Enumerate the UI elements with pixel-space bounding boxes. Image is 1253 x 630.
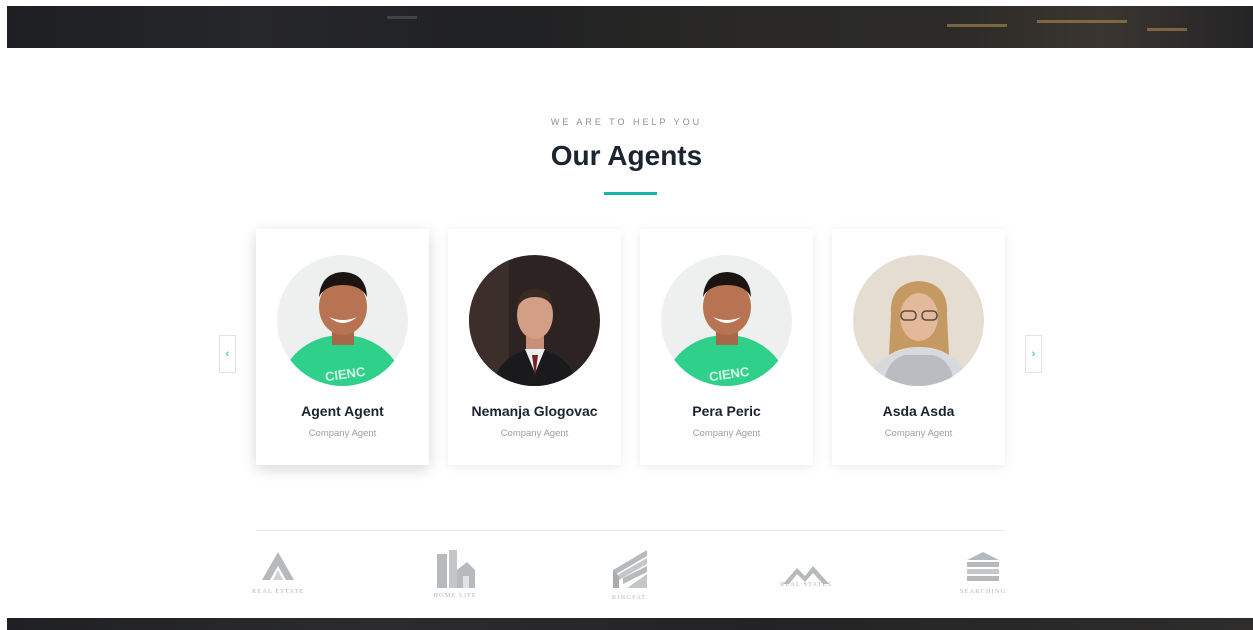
partner-logo[interactable]: KINGFAT: [579, 548, 679, 604]
agent-role: Company Agent: [500, 428, 569, 439]
partner-logo-label: HOME LIFE: [433, 592, 477, 599]
agent-name[interactable]: Agent Agent: [256, 403, 429, 419]
home-life-logo-icon: [437, 550, 475, 588]
partner-logo[interactable]: HOME LIFE: [405, 548, 505, 604]
partner-logo[interactable]: SEARCHING: [933, 548, 1033, 604]
chevron-right-icon: ›: [1031, 348, 1036, 360]
agent-name[interactable]: Asda Asda: [832, 403, 1005, 419]
partner-logo[interactable]: REAL ESTATE: [228, 548, 328, 604]
real-estate-logo-icon: [262, 552, 294, 580]
agent-photo[interactable]: CIENC: [277, 255, 408, 386]
agents-page: WE ARE TO HELP YOU Our Agents ‹ › CIENC …: [0, 0, 1253, 630]
partner-logo-label: REAL STATES: [780, 581, 832, 588]
bottom-footer-banner-image: [7, 618, 1253, 630]
agent-name[interactable]: Pera Peric: [640, 403, 813, 419]
partner-logo-label: KINGFAT: [611, 594, 647, 601]
partner-logo-label: REAL ESTATE: [251, 588, 305, 595]
agent-role: Company Agent: [692, 428, 761, 439]
agent-name[interactable]: Nemanja Glogovac: [448, 403, 621, 419]
top-hero-banner-image: [7, 6, 1253, 48]
kingfat-logo-icon: [613, 550, 647, 588]
title-underline: [604, 192, 657, 195]
agent-card[interactable]: Nemanja Glogovac Company Agent: [448, 229, 621, 465]
agent-card[interactable]: CIENC Pera Peric Company Agent: [640, 229, 813, 465]
carousel-prev-button[interactable]: ‹: [219, 335, 236, 373]
chevron-left-icon: ‹: [225, 348, 230, 360]
agent-role: Company Agent: [884, 428, 953, 439]
agent-photo[interactable]: CIENC: [661, 255, 792, 386]
partner-logo[interactable]: REAL STATES: [756, 548, 856, 604]
agent-photo[interactable]: [853, 255, 984, 386]
section-divider: [256, 530, 1005, 531]
agent-role: Company Agent: [308, 428, 377, 439]
agent-photo[interactable]: [469, 255, 600, 386]
section-eyebrow: WE ARE TO HELP YOU: [550, 117, 703, 127]
agent-card[interactable]: Asda Asda Company Agent: [832, 229, 1005, 465]
carousel-next-button[interactable]: ›: [1025, 335, 1042, 373]
searching-logo-icon: [967, 552, 999, 581]
section-title: Our Agents: [550, 140, 703, 171]
agent-card[interactable]: CIENC Agent Agent Company Agent: [256, 229, 429, 465]
partner-logo-label: SEARCHING: [959, 588, 1007, 595]
